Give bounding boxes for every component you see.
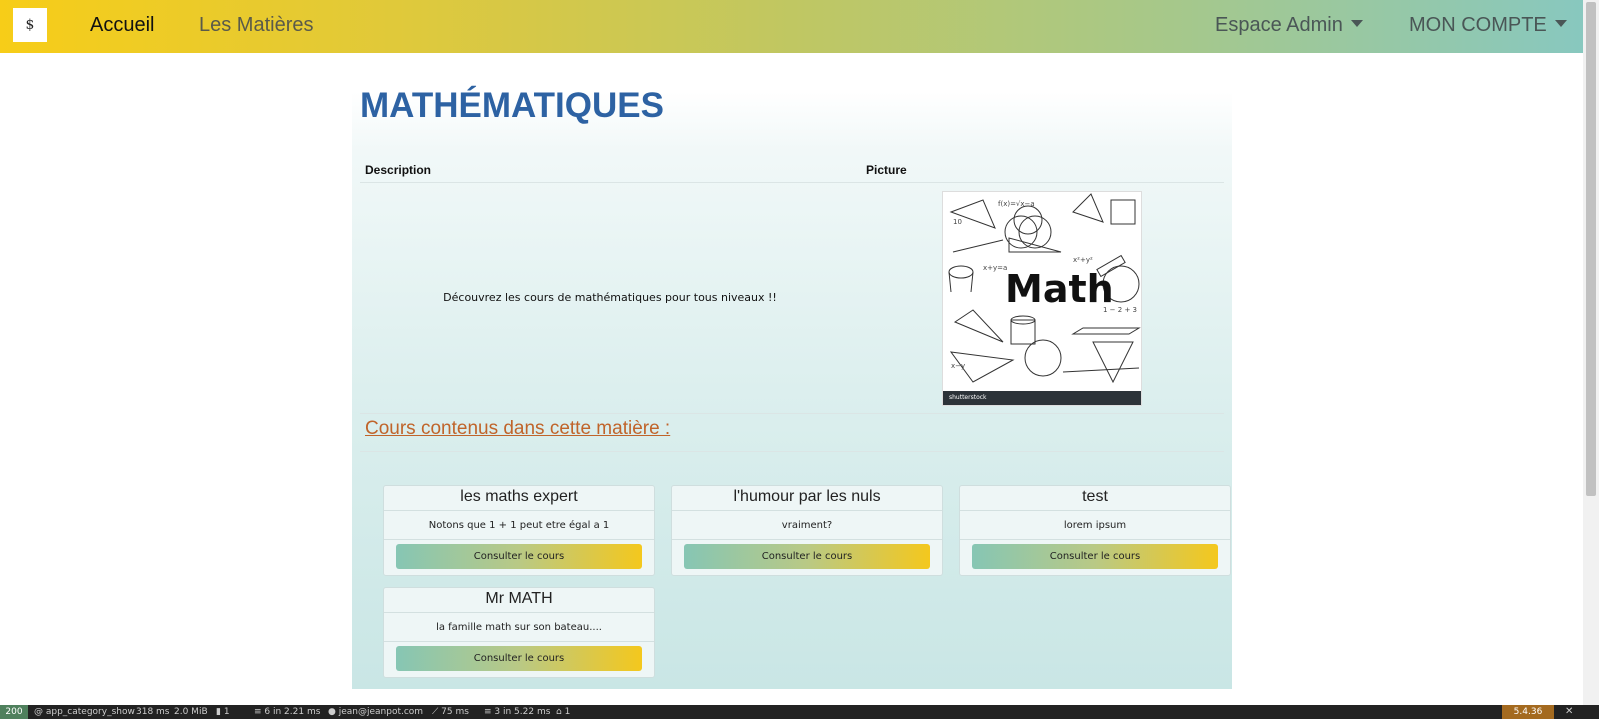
svg-text:x²+y²: x²+y² [1073,256,1093,264]
category-description: Découvrez les cours de mathématiques pou… [443,291,777,304]
consult-course-button[interactable]: Consulter le cours [972,544,1218,569]
column-header-picture: Picture [866,163,907,177]
close-toolbar-icon[interactable]: ✕ [1565,705,1573,719]
account-dropdown[interactable]: MON COMPTE [1409,13,1567,37]
db-queries[interactable]: ≡ 6 in 2.21 ms [254,705,320,719]
table-divider [360,182,1224,183]
course-title: test [960,486,1230,511]
caret-down-icon [1350,20,1363,27]
table-divider [360,413,1224,414]
course-description: lorem ipsum [1063,520,1127,531]
math-doodles-image: Math f(x)=√x−a 10 x²+y² x+y=a 1 − 2 + 3 … [948,193,1141,384]
vertical-scrollbar[interactable] [1583,0,1599,705]
course-description: la famille math sur son bateau.... [436,622,602,633]
svg-text:x−y: x−y [951,362,965,370]
course-title: les maths expert [384,486,654,511]
card-divider [384,641,654,642]
nav-link-matieres[interactable]: Les Matières [199,13,314,37]
svg-text:x+y=a: x+y=a [983,264,1007,272]
consult-course-button[interactable]: Consulter le cours [396,646,642,671]
status-code-badge[interactable]: 200 [0,705,28,719]
category-picture: Math f(x)=√x−a 10 x²+y² x+y=a 1 − 2 + 3 … [942,191,1142,406]
course-title: Mr MATH [384,588,654,613]
svg-text:10: 10 [953,218,962,226]
svg-text:f(x)=√x−a: f(x)=√x−a [998,200,1035,208]
svg-text:1 − 2 + 3: 1 − 2 + 3 [1103,306,1137,314]
request-time[interactable]: 318 ms [136,705,170,719]
consult-course-button[interactable]: Consulter le cours [684,544,930,569]
course-description: vraiment? [781,520,833,531]
course-card: test lorem ipsum Consulter le cours [959,485,1231,576]
forms-count[interactable]: ▮ 1 [216,705,230,719]
caret-down-icon [1554,20,1567,27]
cache-calls[interactable]: ≡ 3 in 5.22 ms [484,705,550,719]
course-title: l'humour par les nuls [672,486,942,511]
card-divider [672,539,942,540]
twig-renders[interactable]: ⌂ 1 [556,705,570,719]
card-divider [960,539,1230,540]
scrollbar-thumb[interactable] [1586,2,1596,496]
section-divider [360,451,1224,452]
admin-dropdown[interactable]: Espace Admin [1215,13,1363,37]
course-description: Notons que 1 + 1 peut etre égal a 1 [428,520,610,531]
image-footer: shutterstock [943,391,1141,405]
course-card: l'humour par les nuls vraiment? Consulte… [671,485,943,576]
route-name[interactable]: @ app_category_show [34,705,135,719]
user-info[interactable]: ● jean@jeanpot.com [328,705,423,719]
brand-logo[interactable]: $ [13,8,47,42]
memory-usage[interactable]: 2.0 MiB [174,705,208,719]
card-divider [384,539,654,540]
column-header-description: Description [365,163,432,177]
top-navbar: $ Accueil Les Matières Espace Admin MON … [0,0,1583,53]
course-card: les maths expert Notons que 1 + 1 peut e… [383,485,655,576]
page-title: MATHÉMATIQUES [360,86,664,125]
symfony-version[interactable]: 5.4.36 [1502,705,1554,719]
debug-toolbar: 200 @ app_category_show 318 ms 2.0 MiB ▮… [0,705,1599,719]
nav-link-accueil[interactable]: Accueil [90,13,154,37]
courses-section-title[interactable]: Cours contenus dans cette matière : [365,418,670,440]
course-card: Mr MATH la famille math sur son bateau..… [383,587,655,678]
consult-course-button[interactable]: Consulter le cours [396,544,642,569]
math-image-word: Math [1005,267,1114,311]
ajax-time[interactable]: ⟋ 75 ms [432,705,469,719]
